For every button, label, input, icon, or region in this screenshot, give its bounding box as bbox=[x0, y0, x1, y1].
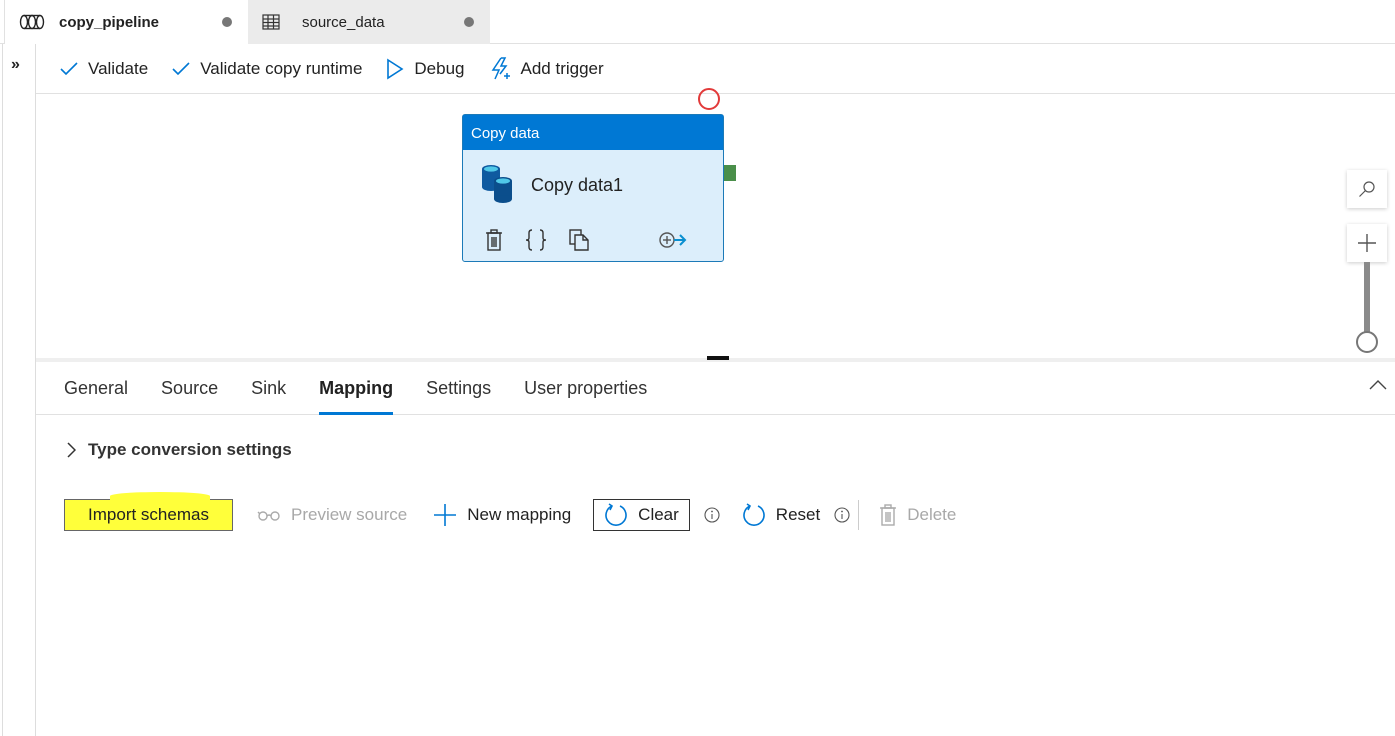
properties-tab-bar: General Source Sink Mapping Settings Use… bbox=[36, 362, 1395, 415]
tab-mapping[interactable]: Mapping bbox=[319, 362, 394, 415]
tab-label: copy_pipeline bbox=[59, 13, 160, 31]
import-schemas-button[interactable]: Import schemas bbox=[64, 492, 233, 531]
zoom-slider-thumb[interactable] bbox=[1356, 331, 1378, 353]
delete-button[interactable]: Delete bbox=[879, 504, 956, 526]
mapping-toolbar: Import schemas Preview source New mappin… bbox=[64, 492, 956, 531]
reset-button[interactable]: Reset bbox=[742, 503, 820, 527]
error-indicator[interactable] bbox=[698, 88, 720, 110]
tab-label: source_data bbox=[302, 13, 385, 31]
trash-icon bbox=[880, 504, 897, 526]
code-braces-icon[interactable] bbox=[525, 229, 547, 251]
tab-copy-pipeline[interactable]: copy_pipeline bbox=[4, 0, 248, 44]
copy-data-activity[interactable]: Copy data Copy data1 bbox=[462, 114, 724, 262]
preview-source-label: Preview source bbox=[291, 505, 408, 524]
new-mapping-button[interactable]: New mapping bbox=[433, 503, 571, 527]
tab-source-data[interactable]: source_data bbox=[248, 0, 490, 44]
pipeline-icon bbox=[19, 14, 45, 30]
activity-type: Copy data bbox=[463, 115, 723, 150]
play-icon bbox=[387, 58, 404, 79]
checkmark-icon bbox=[172, 61, 190, 75]
refresh-icon bbox=[605, 503, 627, 526]
document-tab-bar: copy_pipeline source_data bbox=[0, 0, 1395, 44]
new-mapping-label: New mapping bbox=[467, 505, 572, 524]
tab-source[interactable]: Source bbox=[161, 362, 218, 415]
tab-settings[interactable]: Settings bbox=[426, 362, 491, 415]
search-canvas-button[interactable] bbox=[1347, 170, 1387, 208]
zoom-slider-track[interactable] bbox=[1364, 262, 1370, 334]
type-conversion-settings-toggle[interactable]: Type conversion settings bbox=[66, 440, 292, 460]
activity-name: Copy data1 bbox=[531, 174, 624, 195]
clear-button[interactable]: Clear bbox=[593, 499, 690, 531]
search-icon bbox=[1359, 181, 1375, 197]
pipeline-canvas[interactable]: Copy data Copy data1 bbox=[36, 88, 1395, 358]
collapsed-sidebar: » bbox=[2, 44, 36, 736]
success-output-handle[interactable] bbox=[724, 165, 736, 181]
add-output-connection-icon[interactable] bbox=[659, 231, 687, 249]
preview-source-button[interactable]: Preview source bbox=[257, 505, 407, 525]
splitter-handle[interactable] bbox=[707, 356, 729, 360]
add-trigger-label: Add trigger bbox=[520, 58, 604, 78]
refresh-icon bbox=[743, 503, 765, 526]
debug-button[interactable]: Debug bbox=[386, 58, 465, 80]
tab-general[interactable]: General bbox=[64, 362, 128, 415]
plus-icon bbox=[1358, 234, 1376, 252]
reset-label: Reset bbox=[775, 505, 821, 524]
validate-copy-runtime-label: Validate copy runtime bbox=[200, 58, 363, 78]
zoom-in-button[interactable] bbox=[1347, 224, 1387, 262]
import-schemas-label: Import schemas bbox=[88, 505, 209, 524]
double-chevron-right-icon[interactable]: » bbox=[11, 56, 20, 74]
info-icon[interactable] bbox=[704, 507, 720, 523]
plus-icon bbox=[434, 504, 457, 526]
tab-user-properties[interactable]: User properties bbox=[524, 362, 647, 415]
table-icon bbox=[262, 14, 288, 30]
debug-label: Debug bbox=[414, 58, 465, 78]
pipeline-toolbar: Validate Validate copy runtime Debug Add… bbox=[36, 44, 1395, 94]
glasses-icon bbox=[257, 511, 280, 521]
delete-label: Delete bbox=[907, 505, 957, 524]
validate-button[interactable]: Validate bbox=[60, 59, 148, 79]
database-icon bbox=[479, 163, 515, 208]
chevron-right-icon bbox=[67, 442, 76, 458]
info-icon[interactable] bbox=[834, 507, 850, 523]
tab-sink[interactable]: Sink bbox=[251, 362, 286, 415]
unsaved-indicator bbox=[464, 17, 474, 27]
copy-icon[interactable] bbox=[569, 229, 591, 251]
clear-label: Clear bbox=[638, 505, 679, 524]
chevron-up-icon[interactable] bbox=[1369, 378, 1387, 396]
type-conversion-label: Type conversion settings bbox=[88, 440, 292, 459]
trash-icon[interactable] bbox=[485, 229, 503, 251]
validate-label: Validate bbox=[88, 58, 149, 78]
add-trigger-button[interactable]: Add trigger bbox=[489, 56, 604, 81]
unsaved-indicator bbox=[222, 17, 232, 27]
toolbar-divider bbox=[858, 500, 860, 530]
validate-copy-runtime-button[interactable]: Validate copy runtime bbox=[172, 59, 362, 79]
trigger-icon bbox=[491, 56, 510, 79]
checkmark-icon bbox=[60, 61, 78, 75]
